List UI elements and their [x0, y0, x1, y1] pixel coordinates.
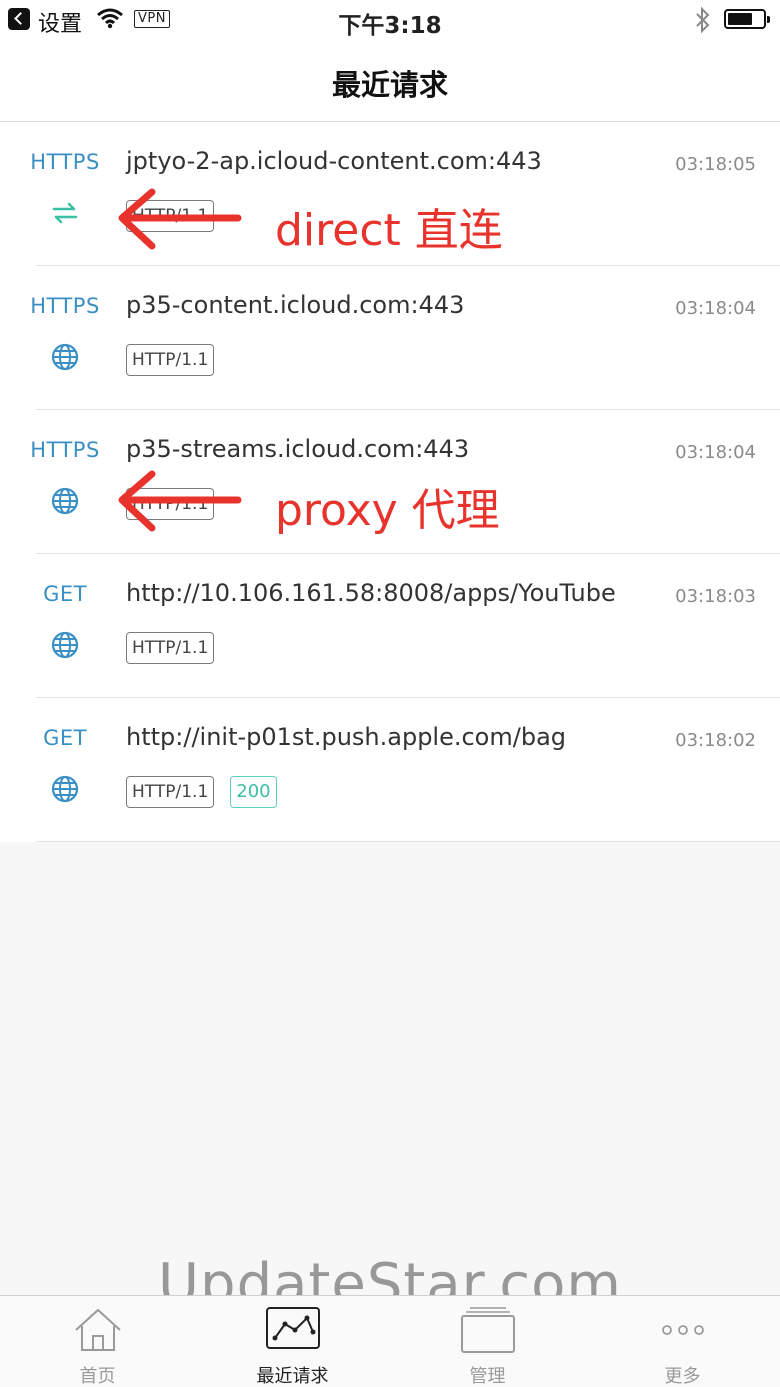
request-url: http://init-p01st.push.apple.com/bag [126, 723, 567, 751]
tab-recent-requests-label: 最近请求 [256, 1366, 329, 1387]
battery-icon [724, 9, 770, 29]
request-url: p35-streams.icloud.com:443 [126, 435, 470, 463]
request-method: HTTPS [30, 150, 100, 174]
protocol-badge: HTTP/1.1 [126, 776, 215, 808]
request-url: http://10.106.161.58:8008/apps/YouTube [126, 579, 616, 607]
tab-home[interactable]: 首页 [0, 1296, 195, 1387]
annotation-proxy: proxy 代理 [275, 485, 500, 536]
request-time: 03:18:04 [675, 298, 756, 319]
request-row[interactable]: HTTPS p35-content.icloud.com:443 03:18:0… [0, 266, 780, 410]
annotation-arrow-proxy [118, 470, 242, 532]
protocol-badge: HTTP/1.1 [126, 632, 215, 664]
globe-icon [51, 631, 79, 659]
annotation-direct: direct 直连 [275, 205, 503, 256]
request-row[interactable]: GET http://10.106.161.58:8008/apps/YouTu… [0, 554, 780, 698]
request-row[interactable]: GET http://init-p01st.push.apple.com/bag… [0, 698, 780, 842]
navigation-bar: 最近请求 [0, 40, 780, 122]
tab-bar: 首页 最近请求 管理 更多 [0, 1295, 780, 1387]
protocol-badge: HTTP/1.1 [126, 344, 215, 376]
globe-icon [51, 343, 79, 371]
page-title: 最近请求 [331, 68, 448, 102]
request-time: 03:18:03 [675, 586, 756, 607]
tab-home-label: 首页 [79, 1366, 116, 1387]
request-method: GET [43, 582, 87, 606]
request-method: HTTPS [30, 294, 100, 318]
bluetooth-icon [696, 6, 710, 34]
stack-icon [460, 1307, 515, 1353]
globe-icon [51, 775, 79, 803]
request-time: 03:18:02 [675, 730, 756, 751]
request-time: 03:18:05 [675, 154, 756, 175]
status-code-badge: 200 [230, 776, 277, 808]
status-time: 下午3:18 [338, 13, 442, 39]
tab-manage-label: 管理 [469, 1366, 506, 1387]
request-url: p35-content.icloud.com:443 [126, 291, 465, 319]
home-icon [74, 1308, 121, 1351]
status-bar: 设置 VPN 下午3:18 [0, 0, 780, 40]
tab-recent-requests[interactable]: 最近请求 [195, 1296, 390, 1387]
globe-icon [51, 487, 79, 515]
tab-more-label: 更多 [664, 1366, 701, 1387]
annotation-arrow-direct [118, 188, 242, 250]
request-method: HTTPS [30, 438, 100, 462]
request-method: GET [43, 726, 87, 750]
chart-icon [265, 1307, 320, 1349]
request-url: jptyo-2-ap.icloud-content.com:443 [126, 147, 542, 175]
request-time: 03:18:04 [675, 442, 756, 463]
more-icon [661, 1325, 704, 1335]
tab-manage[interactable]: 管理 [390, 1296, 585, 1387]
direct-arrows-icon [52, 202, 78, 224]
tab-more[interactable]: 更多 [585, 1296, 780, 1387]
